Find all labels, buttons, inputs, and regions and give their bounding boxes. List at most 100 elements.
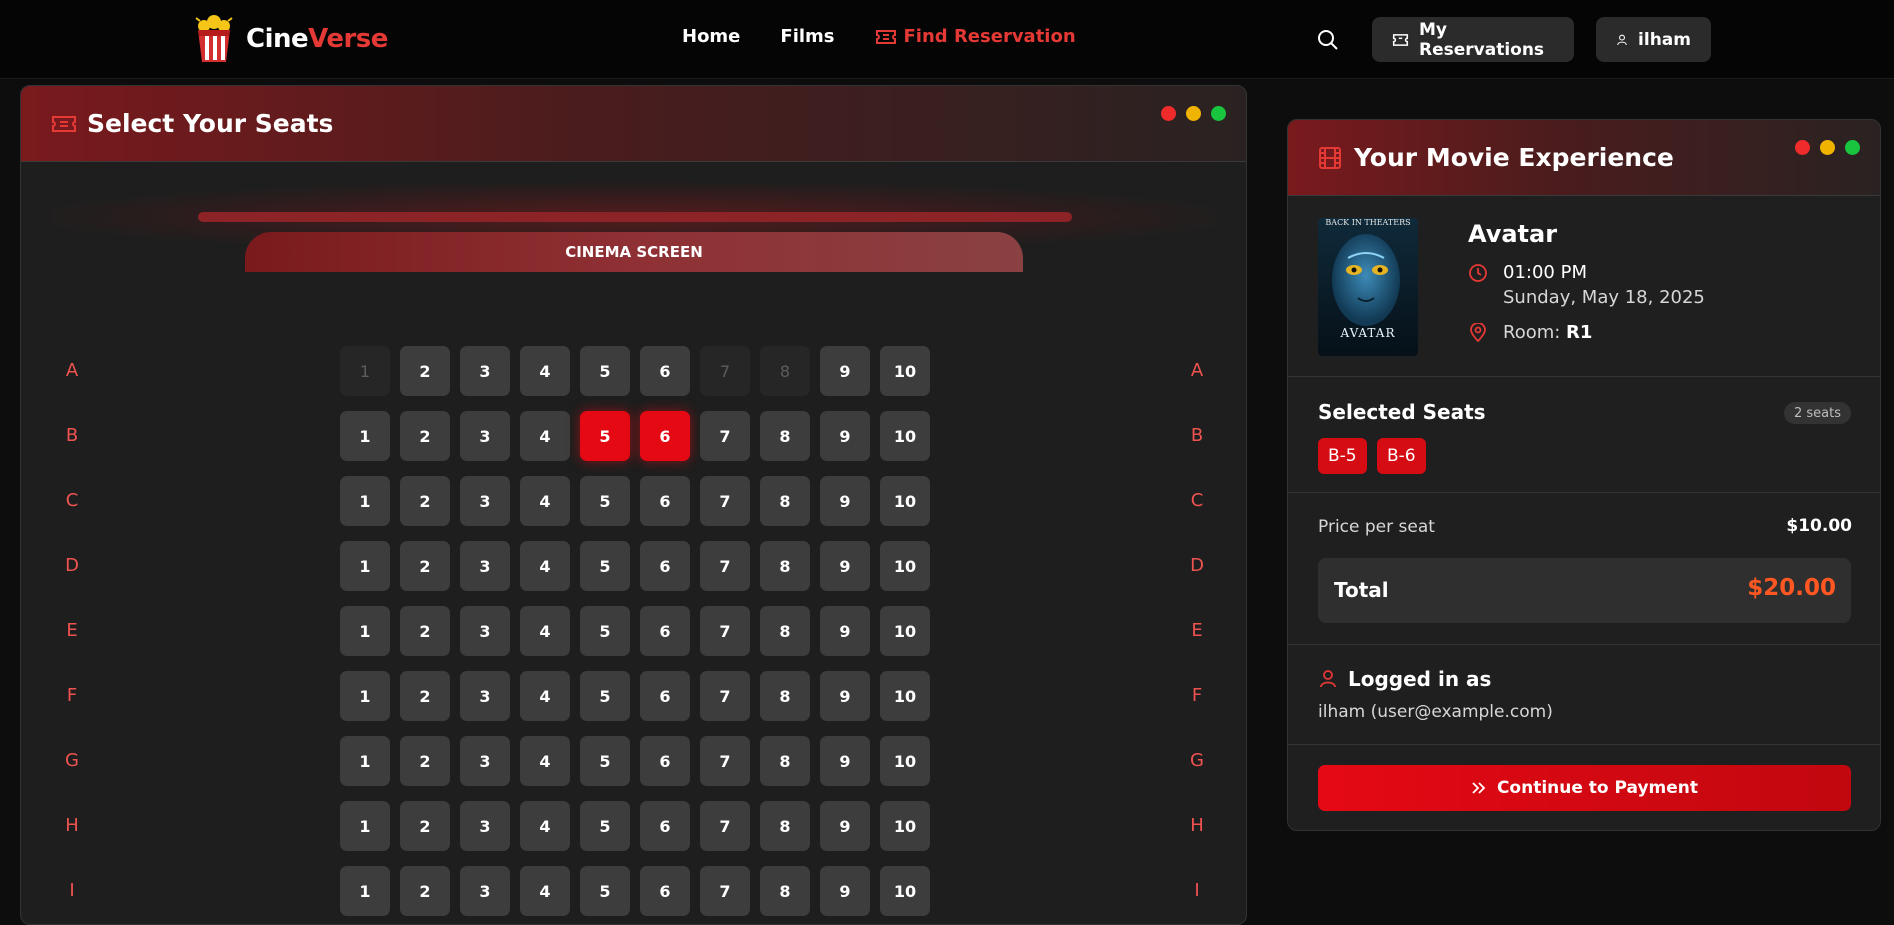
selected-seat-chip[interactable]: B-6 — [1377, 438, 1426, 474]
seat-i-8[interactable]: 8 — [760, 866, 810, 916]
seat-d-9[interactable]: 9 — [820, 541, 870, 591]
user-menu-button[interactable]: ilham — [1596, 17, 1711, 62]
seat-g-5[interactable]: 5 — [580, 736, 630, 786]
continue-to-payment-button[interactable]: Continue to Payment — [1318, 765, 1851, 811]
seat-e-2[interactable]: 2 — [400, 606, 450, 656]
seat-c-3[interactable]: 3 — [460, 476, 510, 526]
seat-i-1[interactable]: 1 — [340, 866, 390, 916]
seat-g-10[interactable]: 10 — [880, 736, 930, 786]
seat-g-1[interactable]: 1 — [340, 736, 390, 786]
seat-h-8[interactable]: 8 — [760, 801, 810, 851]
seat-a-10[interactable]: 10 — [880, 346, 930, 396]
seat-i-3[interactable]: 3 — [460, 866, 510, 916]
seat-e-4[interactable]: 4 — [520, 606, 570, 656]
seat-g-7[interactable]: 7 — [700, 736, 750, 786]
my-reservations-button[interactable]: My Reservations — [1372, 17, 1574, 62]
seat-i-7[interactable]: 7 — [700, 866, 750, 916]
seat-e-5[interactable]: 5 — [580, 606, 630, 656]
seat-i-4[interactable]: 4 — [520, 866, 570, 916]
seat-c-5[interactable]: 5 — [580, 476, 630, 526]
seat-a-2[interactable]: 2 — [400, 346, 450, 396]
seat-d-3[interactable]: 3 — [460, 541, 510, 591]
seat-f-5[interactable]: 5 — [580, 671, 630, 721]
seat-g-2[interactable]: 2 — [400, 736, 450, 786]
seat-c-4[interactable]: 4 — [520, 476, 570, 526]
seat-h-9[interactable]: 9 — [820, 801, 870, 851]
seat-e-6[interactable]: 6 — [640, 606, 690, 656]
seat-b-7[interactable]: 7 — [700, 411, 750, 461]
logo-text-verse: Verse — [308, 24, 388, 54]
logo[interactable]: CineVerse — [192, 14, 388, 64]
seat-e-10[interactable]: 10 — [880, 606, 930, 656]
seat-b-2[interactable]: 2 — [400, 411, 450, 461]
seat-d-10[interactable]: 10 — [880, 541, 930, 591]
seat-e-1[interactable]: 1 — [340, 606, 390, 656]
seat-b-8[interactable]: 8 — [760, 411, 810, 461]
seat-e-3[interactable]: 3 — [460, 606, 510, 656]
seat-h-2[interactable]: 2 — [400, 801, 450, 851]
seat-d-6[interactable]: 6 — [640, 541, 690, 591]
seat-d-2[interactable]: 2 — [400, 541, 450, 591]
seat-a-5[interactable]: 5 — [580, 346, 630, 396]
seat-i-2[interactable]: 2 — [400, 866, 450, 916]
seat-e-7[interactable]: 7 — [700, 606, 750, 656]
seat-i-5[interactable]: 5 — [580, 866, 630, 916]
seat-c-1[interactable]: 1 — [340, 476, 390, 526]
seat-h-4[interactable]: 4 — [520, 801, 570, 851]
seat-b-3[interactable]: 3 — [460, 411, 510, 461]
search-icon[interactable] — [1316, 28, 1340, 52]
selected-seat-chip[interactable]: B-5 — [1318, 438, 1367, 474]
seat-d-5[interactable]: 5 — [580, 541, 630, 591]
seat-i-9[interactable]: 9 — [820, 866, 870, 916]
seat-b-5[interactable]: 5 — [580, 411, 630, 461]
seat-b-4[interactable]: 4 — [520, 411, 570, 461]
seat-g-6[interactable]: 6 — [640, 736, 690, 786]
seat-g-9[interactable]: 9 — [820, 736, 870, 786]
seat-f-8[interactable]: 8 — [760, 671, 810, 721]
seat-f-3[interactable]: 3 — [460, 671, 510, 721]
seat-c-10[interactable]: 10 — [880, 476, 930, 526]
seat-d-4[interactable]: 4 — [520, 541, 570, 591]
seat-e-8[interactable]: 8 — [760, 606, 810, 656]
seat-h-6[interactable]: 6 — [640, 801, 690, 851]
seat-c-7[interactable]: 7 — [700, 476, 750, 526]
seat-c-6[interactable]: 6 — [640, 476, 690, 526]
seat-f-10[interactable]: 10 — [880, 671, 930, 721]
seat-f-6[interactable]: 6 — [640, 671, 690, 721]
seat-d-7[interactable]: 7 — [700, 541, 750, 591]
seat-i-6[interactable]: 6 — [640, 866, 690, 916]
seat-f-4[interactable]: 4 — [520, 671, 570, 721]
seat-d-8[interactable]: 8 — [760, 541, 810, 591]
seat-e-9[interactable]: 9 — [820, 606, 870, 656]
seat-h-3[interactable]: 3 — [460, 801, 510, 851]
seat-h-5[interactable]: 5 — [580, 801, 630, 851]
nav-find-reservation[interactable]: Find Reservation — [875, 26, 1076, 47]
nav-home[interactable]: Home — [682, 26, 740, 47]
summary-header: Your Movie Experience — [1288, 120, 1880, 196]
seat-h-1[interactable]: 1 — [340, 801, 390, 851]
seat-f-7[interactable]: 7 — [700, 671, 750, 721]
seat-a-6[interactable]: 6 — [640, 346, 690, 396]
seat-f-9[interactable]: 9 — [820, 671, 870, 721]
seat-i-10[interactable]: 10 — [880, 866, 930, 916]
seat-f-1[interactable]: 1 — [340, 671, 390, 721]
seat-b-10[interactable]: 10 — [880, 411, 930, 461]
total-value: $20.00 — [1747, 575, 1836, 601]
seat-b-1[interactable]: 1 — [340, 411, 390, 461]
seat-f-2[interactable]: 2 — [400, 671, 450, 721]
seat-g-3[interactable]: 3 — [460, 736, 510, 786]
seat-a-3[interactable]: 3 — [460, 346, 510, 396]
seat-d-1[interactable]: 1 — [340, 541, 390, 591]
nav-films[interactable]: Films — [780, 26, 834, 47]
seat-h-10[interactable]: 10 — [880, 801, 930, 851]
seat-b-9[interactable]: 9 — [820, 411, 870, 461]
seat-c-2[interactable]: 2 — [400, 476, 450, 526]
seat-a-4[interactable]: 4 — [520, 346, 570, 396]
seat-h-7[interactable]: 7 — [700, 801, 750, 851]
seat-c-8[interactable]: 8 — [760, 476, 810, 526]
seat-a-9[interactable]: 9 — [820, 346, 870, 396]
seat-c-9[interactable]: 9 — [820, 476, 870, 526]
seat-g-4[interactable]: 4 — [520, 736, 570, 786]
seat-g-8[interactable]: 8 — [760, 736, 810, 786]
seat-b-6[interactable]: 6 — [640, 411, 690, 461]
